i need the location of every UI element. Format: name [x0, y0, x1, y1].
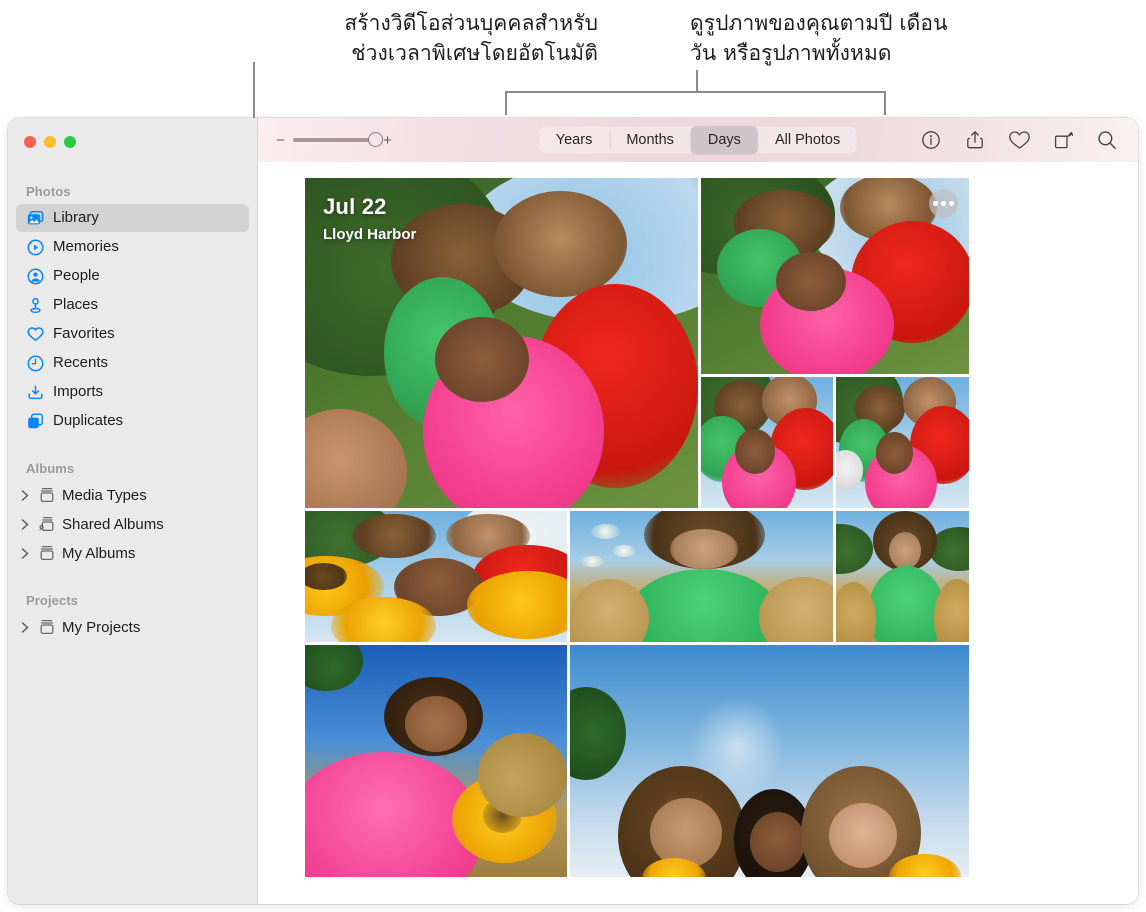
info-icon[interactable]	[920, 129, 942, 151]
duplicate-icon	[26, 412, 44, 430]
sidebar-section-photos-title: Photos	[26, 184, 71, 199]
person-circle-icon	[26, 267, 44, 285]
photo-art	[701, 377, 833, 508]
sidebar-item-recents[interactable]: Recents	[16, 349, 249, 377]
tab-years[interactable]: Years	[539, 126, 610, 154]
sidebar-item-label: Places	[53, 296, 99, 313]
photo-thumbnail-9[interactable]	[570, 645, 969, 877]
rotate-icon[interactable]	[1052, 129, 1074, 151]
sidebar-item-label: My Albums	[62, 544, 136, 562]
clock-icon	[26, 354, 44, 372]
chevron-right-icon[interactable]	[18, 620, 32, 634]
photo-thumbnail-8[interactable]	[305, 645, 567, 877]
photo-art	[305, 645, 567, 877]
album-icon	[38, 544, 56, 562]
callout-right-leader-bracket	[505, 91, 885, 93]
sidebar-item-duplicates[interactable]: Duplicates	[16, 407, 249, 435]
sidebar-item-library[interactable]: Library	[16, 204, 249, 232]
view-mode-segmented-control[interactable]: Years Months Days All Photos	[538, 126, 858, 154]
callout-right-leader-stem	[696, 70, 698, 92]
memories-icon	[26, 238, 44, 256]
photo-art	[836, 377, 969, 508]
chevron-right-icon[interactable]	[18, 488, 32, 502]
sidebar-item-label: Library	[53, 209, 99, 226]
map-pin-icon	[26, 296, 44, 314]
photo-art	[570, 511, 833, 642]
zoom-slider-knob[interactable]	[368, 132, 383, 147]
photo-thumbnail-hero[interactable]: Jul 22 Lloyd Harbor	[305, 178, 698, 508]
photo-thumbnail-7[interactable]	[836, 511, 969, 642]
sidebar-item-label: Imports	[53, 383, 104, 400]
tab-months[interactable]: Months	[609, 126, 691, 154]
sidebar-item-label: Memories	[53, 238, 119, 255]
chevron-right-icon[interactable]	[18, 546, 32, 560]
shared-album-icon	[38, 515, 56, 533]
photo-thumbnail-5[interactable]	[305, 511, 567, 642]
heart-icon	[26, 325, 44, 343]
sidebar-item-favorites[interactable]: Favorites	[16, 320, 249, 348]
sidebar-item-places[interactable]: Places	[16, 291, 249, 319]
callout-right-leader-left-tick	[505, 91, 507, 115]
zoom-button[interactable]	[64, 136, 76, 148]
photo-art	[305, 511, 567, 642]
photo-thumbnail-2[interactable]	[701, 178, 969, 374]
sidebar-item-imports[interactable]: Imports	[16, 378, 249, 406]
heart-icon[interactable]	[1008, 129, 1030, 151]
toolbar: − + Years Months Days All Photos	[258, 118, 1138, 162]
more-options-button[interactable]	[929, 189, 958, 218]
tab-all-photos[interactable]: All Photos	[758, 126, 857, 154]
dot	[933, 201, 938, 206]
dot	[941, 201, 946, 206]
callout-right-leader-right-tick	[884, 91, 886, 115]
content-area: − + Years Months Days All Photos Jul 22 …	[258, 118, 1138, 904]
sidebar-item-label: Media Types	[62, 486, 147, 504]
photo-grid-scroll-area[interactable]: Jul 22 Lloyd Harbor	[258, 162, 1138, 904]
photos-app-window: Photos Library Memories People Places Fa…	[8, 118, 1138, 904]
dot	[949, 201, 954, 206]
zoom-in-label[interactable]: +	[383, 133, 392, 148]
photo-stack-icon	[26, 209, 44, 227]
toolbar-icons	[920, 129, 1124, 151]
sidebar: Photos Library Memories People Places Fa…	[8, 118, 258, 904]
zoom-slider[interactable]: − +	[276, 132, 392, 148]
sidebar-item-label: Recents	[53, 354, 109, 371]
photo-grid: Jul 22 Lloyd Harbor	[305, 178, 1101, 877]
callout-right-text: ดูรูปภาพของคุณตามปี เดือน วัน หรือรูปภาพ…	[690, 11, 948, 65]
photo-art	[570, 645, 969, 877]
sidebar-item-my-projects[interactable]: My Projects	[16, 613, 249, 641]
day-group-date: Jul 22	[323, 194, 387, 219]
import-tray-icon	[26, 383, 44, 401]
callout-left-text: สร้างวิดีโอส่วนบุคคลสำหรับ ช่วงเวลาพิเศษ…	[344, 11, 598, 65]
photo-thumbnail-6[interactable]	[570, 511, 833, 642]
sidebar-item-my-albums[interactable]: My Albums	[16, 539, 249, 567]
photo-art	[836, 511, 969, 642]
close-button[interactable]	[24, 136, 36, 148]
window-controls	[8, 118, 257, 152]
sidebar-item-people[interactable]: People	[16, 262, 249, 290]
sidebar-item-media-types[interactable]: Media Types	[16, 481, 249, 509]
day-group-place: Lloyd Harbor	[323, 226, 417, 243]
chevron-right-icon[interactable]	[18, 517, 32, 531]
photo-thumbnail-3[interactable]	[701, 377, 833, 508]
sidebar-item-memories[interactable]: Memories	[16, 233, 249, 261]
search-icon[interactable]	[1096, 129, 1118, 151]
sidebar-section-projects-title: Projects	[26, 593, 79, 608]
zoom-out-label[interactable]: −	[276, 133, 285, 148]
zoom-slider-track[interactable]	[293, 132, 383, 147]
sidebar-item-shared-albums[interactable]: Shared Albums	[16, 510, 249, 538]
sidebar-item-label: Shared Albums	[62, 515, 164, 533]
share-icon[interactable]	[964, 129, 986, 151]
sidebar-item-label: People	[53, 267, 100, 284]
sidebar-item-label: My Projects	[62, 618, 141, 636]
sidebar-item-label: Duplicates	[53, 412, 124, 429]
album-icon	[38, 618, 56, 636]
tab-days[interactable]: Days	[690, 126, 758, 154]
minimize-button[interactable]	[44, 136, 56, 148]
album-icon	[38, 486, 56, 504]
sidebar-section-albums-title: Albums	[26, 461, 75, 476]
sidebar-item-label: Favorites	[53, 325, 115, 342]
photo-thumbnail-4[interactable]	[836, 377, 969, 508]
